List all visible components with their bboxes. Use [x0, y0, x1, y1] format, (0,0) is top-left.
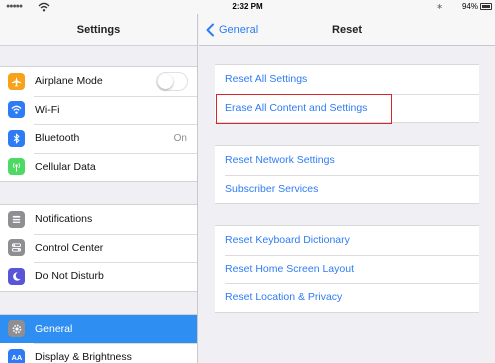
wifi-icon [8, 101, 25, 119]
sidebar-item-general[interactable]: General [0, 314, 197, 343]
sidebar-item-label: Cellular Data [35, 160, 96, 173]
reset-panel: General Reset Reset All Settings Erase A… [199, 14, 495, 363]
sidebar-item-label: Wi-Fi [35, 103, 60, 116]
sidebar-item-label: Display & Brightness [35, 351, 132, 363]
navigation-bar: General Reset [199, 14, 495, 46]
sidebar-item-label: Control Center [35, 241, 104, 254]
sidebar-item-label: Notifications [35, 213, 93, 226]
sidebar-spacer [0, 46, 197, 66]
sidebar-item-label: Bluetooth [35, 132, 80, 145]
reset-keyboard-dictionary-button[interactable]: Reset Keyboard Dictionary [215, 226, 479, 255]
sidebar-group-general: General AA Display & Brightness [0, 313, 197, 363]
notifications-icon [8, 210, 25, 228]
sidebar-spacer [0, 182, 197, 204]
gear-icon [8, 320, 25, 338]
antenna-icon [8, 158, 25, 176]
subscriber-services-button[interactable]: Subscriber Services [215, 174, 479, 204]
sidebar-item-airplane-mode[interactable]: Airplane Mode [0, 67, 197, 96]
sidebar-item-notifications[interactable]: Notifications [0, 205, 197, 234]
sidebar-group-notifications: Notifications Control Center Do Not Dist… [0, 204, 197, 292]
battery-fill [482, 5, 490, 8]
switches-icon [8, 239, 25, 257]
sidebar-item-label: General [35, 322, 73, 335]
page-title: Reset [332, 24, 362, 36]
reset-location-privacy-button[interactable]: Reset Location & Privacy [215, 283, 479, 312]
settings-sidebar: Settings Airplane Mode Wi-Fi Bluetooth O… [0, 14, 198, 363]
sidebar-group-connectivity: Airplane Mode Wi-Fi Bluetooth On Cellula… [0, 66, 197, 182]
battery-percentage: 94% [461, 2, 478, 11]
sidebar-item-control-center[interactable]: Control Center [0, 233, 197, 263]
status-bar: ●●●●● 2:32 PM ∗ 94% [0, 0, 495, 14]
sidebar-item-wifi[interactable]: Wi-Fi [0, 95, 197, 125]
reset-group-other: Reset Keyboard Dictionary Reset Home Scr… [215, 225, 479, 313]
reset-group-network: Reset Network Settings Subscriber Servic… [215, 145, 479, 204]
highlight-annotation-box [216, 94, 392, 124]
svg-text:AA: AA [11, 353, 22, 362]
sidebar-item-label: Airplane Mode [35, 75, 103, 88]
sidebar-title: Settings [0, 14, 197, 46]
sidebar-item-label: Do Not Disturb [35, 270, 104, 283]
status-time: 2:32 PM [232, 2, 263, 11]
sidebar-item-cellular-data[interactable]: Cellular Data [0, 152, 197, 182]
sidebar-spacer [0, 291, 197, 314]
reset-all-settings-button[interactable]: Reset All Settings [215, 65, 479, 94]
reset-home-screen-layout-button[interactable]: Reset Home Screen Layout [215, 254, 479, 284]
sidebar-item-display-brightness[interactable]: AA Display & Brightness [0, 343, 197, 363]
battery-icon [480, 3, 492, 10]
sidebar-item-bluetooth[interactable]: Bluetooth On [0, 124, 197, 153]
airplane-mode-toggle[interactable] [156, 71, 188, 91]
bluetooth-status-value: On [173, 132, 187, 144]
toggle-knob [158, 73, 173, 89]
reset-network-settings-button[interactable]: Reset Network Settings [215, 146, 479, 175]
airplane-icon [8, 72, 25, 90]
bluetooth-icon [8, 129, 25, 147]
redacted-network-name [131, 105, 181, 115]
sidebar-item-do-not-disturb[interactable]: Do Not Disturb [0, 262, 197, 291]
display-brightness-icon: AA [8, 348, 25, 363]
bluetooth-status-icon: ∗ [436, 2, 443, 11]
moon-icon [8, 267, 25, 285]
